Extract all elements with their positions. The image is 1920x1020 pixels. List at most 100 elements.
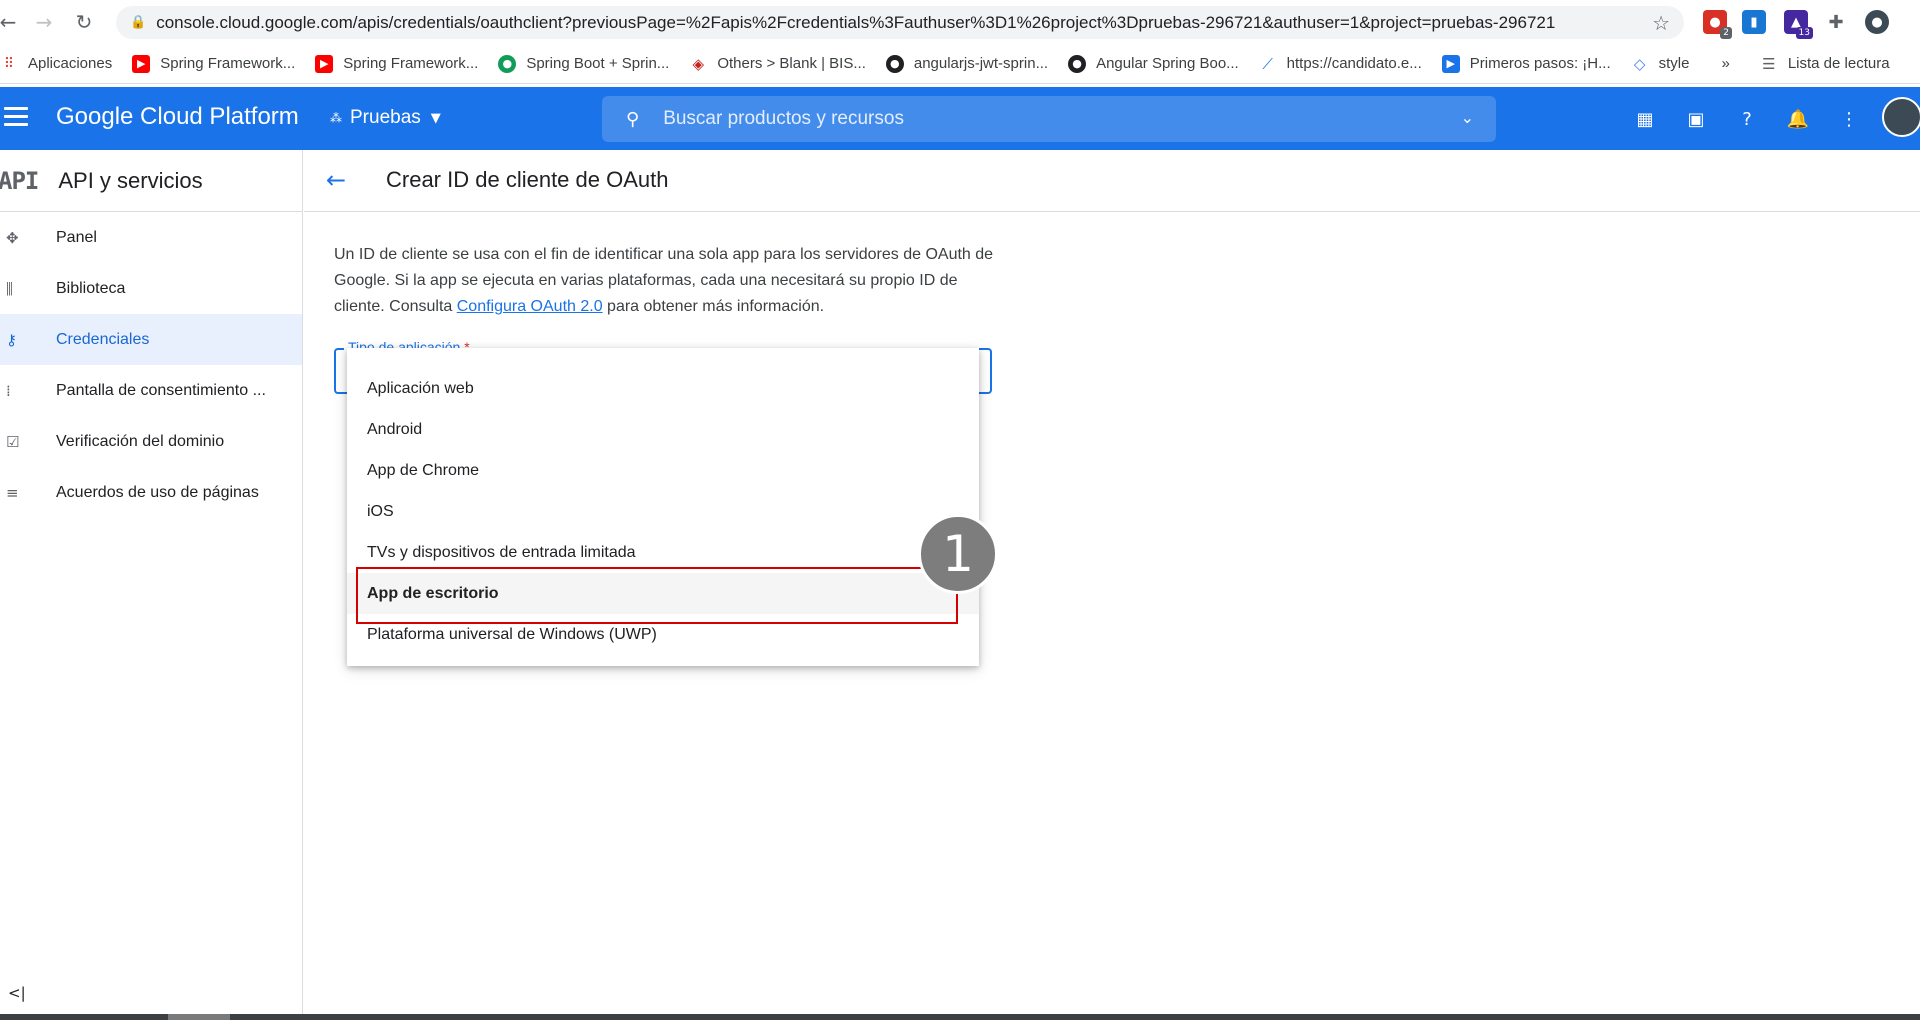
menu-icon[interactable]	[4, 107, 28, 127]
more-vert-icon[interactable]: ⋮	[1837, 107, 1861, 131]
notifications-icon[interactable]: 🔔	[1786, 107, 1810, 131]
sidebar-item-label: Pantalla de consentimiento ...	[56, 381, 266, 399]
back-icon[interactable]: ←	[0, 4, 26, 40]
gcp-header: Google Cloud Platform ⁂ Pruebas ▼ ⚲ Busc…	[0, 87, 1920, 150]
page-header: ← Crear ID de cliente de OAuth	[304, 150, 1920, 212]
cube-icon: ◈	[692, 54, 705, 73]
cloud-shell-icon[interactable]: ▣	[1684, 107, 1708, 131]
option-chrome-app[interactable]: App de Chrome	[347, 450, 979, 491]
extension-cap-icon[interactable]: ▲ 13	[1784, 10, 1813, 39]
extension-red-icon[interactable]: ● 2	[1703, 10, 1732, 39]
checkbox-icon: ☑	[6, 432, 20, 451]
bookmark-item[interactable]: ◇ style	[1631, 55, 1690, 73]
option-android[interactable]: Android	[347, 409, 979, 450]
bookmark-label: style	[1658, 55, 1690, 72]
profile-icon[interactable]: ●	[1865, 10, 1889, 34]
sidebar-item-panel[interactable]: ✥ Panel	[0, 212, 302, 263]
reload-icon[interactable]: ↻	[66, 4, 102, 40]
bookmark-label: Primeros pasos: ¡H...	[1469, 55, 1611, 72]
github-icon: ●	[885, 54, 904, 73]
sidebar-item-label: Verificación del dominio	[56, 432, 225, 450]
bookmark-item[interactable]: ▶ Spring Framework...	[315, 54, 479, 73]
bookmark-item[interactable]: ● Angular Spring Boo...	[1068, 54, 1239, 73]
gift-icon[interactable]: ▦	[1633, 107, 1657, 131]
intro-text: Un ID de cliente se usa con el fin de id…	[334, 242, 994, 320]
back-arrow-icon[interactable]: ←	[326, 166, 346, 194]
sidebar-item-label: Biblioteca	[56, 279, 126, 297]
app-title[interactable]: Google Cloud Platform	[56, 103, 299, 131]
sidebar-item-label: Credenciales	[56, 330, 150, 348]
bookmark-item[interactable]: ● angularjs-jwt-sprin...	[885, 54, 1049, 73]
bookmark-label: Spring Framework...	[160, 55, 296, 72]
highlight-box	[356, 567, 958, 624]
sidebar: API API y servicios ✥ Panel ⫼ Biblioteca…	[0, 150, 303, 1014]
collapse-sidebar-button[interactable]: <|	[8, 984, 26, 1002]
reading-list-button[interactable]: ☰ Lista de lectura	[1760, 54, 1890, 73]
help-icon[interactable]: ?	[1735, 107, 1759, 131]
youtube-icon: ▶	[132, 54, 151, 73]
sidebar-header: API API y servicios	[0, 150, 302, 212]
overflow-chevron-icon: »	[1721, 55, 1730, 72]
extensions-puzzle-icon[interactable]: ✚	[1824, 10, 1848, 34]
bookmark-item[interactable]: ◈ Others > Blank | BIS...	[689, 55, 866, 73]
youtube-icon: ▶	[315, 54, 334, 73]
browser-toolbar: ← → ↻ 🔒 console.cloud.google.com/apis/cr…	[0, 0, 1920, 44]
bookmark-star-icon[interactable]: ☆	[1652, 11, 1670, 35]
green-circle-icon: ●	[498, 54, 517, 73]
extension-trello-icon[interactable]: ▮	[1742, 10, 1766, 34]
project-selector[interactable]: ⁂ Pruebas ▼	[330, 107, 441, 129]
extension-badge: 13	[1795, 27, 1813, 39]
github-icon: ●	[1068, 54, 1087, 73]
oauth-docs-link[interactable]: Configura OAuth 2.0	[457, 298, 603, 315]
sidebar-item-domain-verification[interactable]: ☑ Verificación del dominio	[0, 416, 302, 467]
bookmark-label: Spring Boot + Sprin...	[526, 55, 670, 72]
dashboard-icon: ✥	[6, 228, 19, 247]
reading-list-icon: ☰	[1762, 54, 1776, 73]
bookmark-item[interactable]: ● Spring Boot + Sprin...	[498, 54, 670, 73]
settings-list-icon: ≡	[6, 483, 19, 502]
project-dots-icon: ⁂	[330, 111, 342, 125]
bookmark-label: Others > Blank | BIS...	[717, 55, 866, 72]
option-web-app[interactable]: Aplicación web	[347, 368, 979, 409]
consent-icon: ⁞	[6, 381, 11, 400]
key-icon: ⚷	[6, 330, 17, 349]
sidebar-item-biblioteca[interactable]: ⫼ Biblioteca	[0, 263, 302, 314]
bookmark-label: Spring Framework...	[343, 55, 479, 72]
url-text: console.cloud.google.com/apis/credential…	[156, 12, 1556, 32]
diamond-icon: ◇	[1633, 54, 1646, 73]
sidebar-item-credenciales[interactable]: ⚷ Credenciales	[0, 314, 302, 365]
sidebar-title: API y servicios	[58, 167, 203, 193]
project-name: Pruebas	[350, 107, 421, 128]
apps-grid-icon: ⠿	[3, 55, 15, 72]
sidebar-item-consent-screen[interactable]: ⁞ Pantalla de consentimiento ...	[0, 365, 302, 416]
search-bar[interactable]: ⚲ Buscar productos y recursos ⌄	[602, 96, 1496, 142]
sidebar-item-label: Acuerdos de uso de páginas	[56, 483, 259, 501]
bookmark-label: Lista de lectura	[1787, 55, 1890, 72]
bookmark-item[interactable]: ⟋ https://candidato.e...	[1259, 54, 1421, 73]
play-icon: ▶	[1441, 54, 1460, 73]
sidebar-item-page-usage[interactable]: ≡ Acuerdos de uso de páginas	[0, 467, 302, 518]
bookmark-item[interactable]: ▶ Spring Framework...	[132, 54, 296, 73]
bookmark-item[interactable]: ▶ Primeros pasos: ¡H...	[1441, 54, 1611, 73]
option-ios[interactable]: iOS	[347, 491, 979, 532]
library-icon: ⫼	[6, 279, 13, 298]
lock-icon: 🔒	[130, 15, 147, 30]
bookmarks-overflow-button[interactable]: »	[1721, 55, 1729, 72]
taskbar-strip	[0, 1014, 1920, 1020]
chart-icon: ⟋	[1262, 54, 1273, 73]
avatar[interactable]	[1882, 97, 1920, 137]
search-input[interactable]: Buscar productos y recursos	[663, 108, 904, 130]
caret-down-icon: ▼	[430, 110, 441, 126]
api-logo: API	[0, 166, 39, 195]
page-title: Crear ID de cliente de OAuth	[386, 167, 669, 192]
chevron-down-icon[interactable]: ⌄	[1461, 108, 1474, 127]
bookmark-label: Aplicaciones	[28, 55, 113, 72]
intro-text-part: para obtener más información.	[602, 298, 825, 315]
bookmark-item[interactable]: ⠿ Aplicaciones	[0, 55, 112, 73]
bookmark-label: angularjs-jwt-sprin...	[913, 55, 1049, 72]
taskbar-segment	[168, 1014, 230, 1020]
search-icon: ⚲	[626, 108, 640, 130]
forward-icon[interactable]: →	[26, 4, 62, 40]
address-bar[interactable]: 🔒 console.cloud.google.com/apis/credenti…	[116, 6, 1684, 39]
bookmark-label: Angular Spring Boo...	[1096, 55, 1239, 72]
